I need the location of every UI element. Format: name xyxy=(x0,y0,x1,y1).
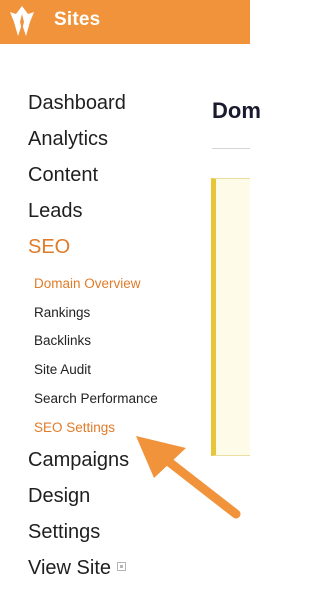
sidebar-item-design[interactable]: Design xyxy=(28,485,90,508)
sidebar-subitem-seo-settings[interactable]: SEO Settings xyxy=(34,420,115,435)
sidebar-item-analytics[interactable]: Analytics xyxy=(28,128,108,151)
raven-leaf-logo-icon[interactable] xyxy=(8,4,36,38)
sidebar-subitem-site-audit[interactable]: Site Audit xyxy=(34,362,91,377)
sidebar-item-content[interactable]: Content xyxy=(28,164,98,187)
pointer-arrow-icon xyxy=(136,436,241,519)
sidebar-item-seo[interactable]: SEO xyxy=(28,236,70,259)
page-title: Dom xyxy=(212,98,261,123)
heading-divider xyxy=(212,148,250,149)
sidebar-subitem-domain-overview[interactable]: Domain Overview xyxy=(34,276,141,291)
sidebar-item-view-site-label: View Site xyxy=(28,557,112,579)
sidebar-item-dashboard[interactable]: Dashboard xyxy=(28,92,126,115)
external-link-icon xyxy=(117,562,127,572)
sidebar-item-settings[interactable]: Settings xyxy=(28,521,100,544)
sidebar-subitem-rankings[interactable]: Rankings xyxy=(34,305,90,320)
sidebar-item-campaigns[interactable]: Campaigns xyxy=(28,449,129,472)
sidebar-subitem-backlinks[interactable]: Backlinks xyxy=(34,333,91,348)
sidebar-item-leads[interactable]: Leads xyxy=(28,200,83,223)
app-title[interactable]: Sites xyxy=(54,9,100,31)
sidebar-subitem-search-performance[interactable]: Search Performance xyxy=(34,391,158,406)
top-bar: Sites xyxy=(0,0,250,44)
sidebar-item-view-site[interactable]: View Site xyxy=(28,557,127,580)
notice-panel xyxy=(211,178,250,456)
